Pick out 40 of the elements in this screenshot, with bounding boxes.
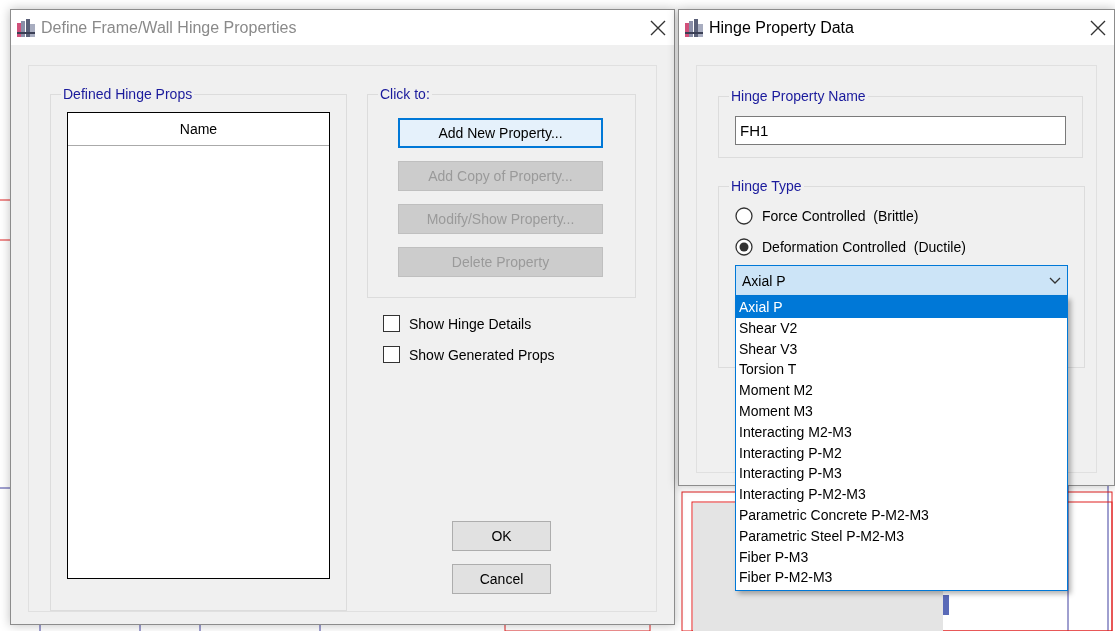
app-icon — [685, 18, 703, 37]
dropdown-option[interactable]: Interacting M2-M3 — [736, 421, 1067, 443]
close-icon[interactable] — [1090, 19, 1106, 36]
radio-button[interactable] — [735, 206, 753, 225]
group-label: Hinge Type — [730, 178, 803, 194]
dropdown-option[interactable]: Fiber P-M2-M3 — [736, 567, 1067, 589]
checkbox[interactable] — [383, 315, 400, 332]
dropdown-option[interactable]: Interacting P-M3 — [736, 463, 1067, 485]
column-header: Name — [68, 113, 329, 146]
dropdown-option[interactable]: Interacting P-M2 — [736, 442, 1067, 464]
dropdown-option[interactable]: Interacting P-M2-M3 — [736, 484, 1067, 505]
property-list[interactable]: Name — [67, 112, 330, 579]
dropdown-option[interactable]: Shear V2 — [736, 317, 1067, 339]
checkbox[interactable] — [383, 346, 400, 363]
group-label: Click to: — [379, 86, 431, 102]
dropdown-option[interactable]: Parametric Steel P-M2-M3 — [736, 525, 1067, 547]
checkbox-label: Show Generated Props — [409, 346, 555, 363]
dropdown-option[interactable]: Shear V3 — [736, 338, 1067, 360]
radio-label: Force Controlled (Brittle) — [762, 207, 919, 224]
dropdown-option[interactable]: Axial P — [736, 297, 1067, 318]
dropdown-option[interactable]: Moment M3 — [736, 401, 1067, 422]
group-label: Defined Hinge Props — [62, 86, 194, 102]
app-icon — [17, 18, 35, 37]
group-label: Hinge Property Name — [730, 88, 867, 104]
close-icon[interactable] — [650, 19, 666, 36]
cancel-button[interactable]: Cancel — [452, 564, 551, 594]
chevron-down-icon — [1049, 276, 1061, 285]
name-field[interactable]: FH1 — [735, 116, 1066, 145]
window-title: Hinge Property Data — [709, 18, 855, 37]
dropdown-option[interactable]: Parametric Concrete P-M2-M3 — [736, 504, 1067, 526]
radio-label: Deformation Controlled (Ductile) — [762, 238, 966, 255]
dropdown-option[interactable]: Moment M2 — [736, 380, 1067, 401]
ok-button[interactable]: OK — [452, 521, 551, 551]
window-title: Define Frame/Wall Hinge Properties — [41, 18, 298, 37]
dropdown-option[interactable]: Fiber P-M3 — [736, 546, 1067, 568]
dropdown-option[interactable]: Torsion T — [736, 359, 1067, 381]
dropdown-field[interactable]: Axial P — [735, 265, 1068, 296]
checkbox-label: Show Hinge Details — [409, 315, 532, 332]
radio-button[interactable] — [735, 237, 753, 256]
property-button[interactable]: Add New Property... — [398, 118, 603, 148]
